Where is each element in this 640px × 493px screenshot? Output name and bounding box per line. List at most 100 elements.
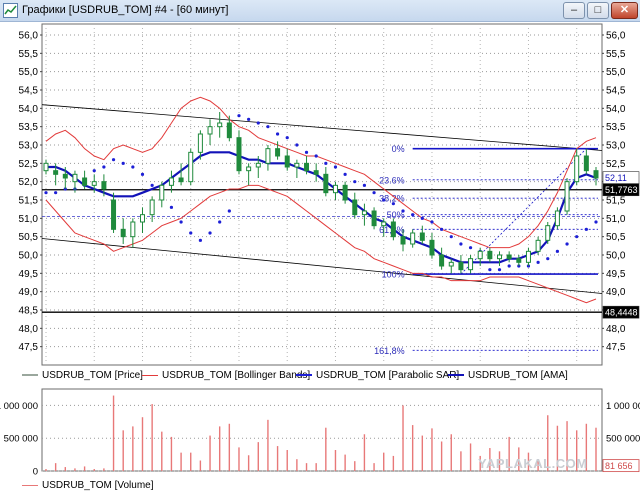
- candle-body: [497, 254, 503, 260]
- price-tick-label: 50,5: [606, 232, 626, 243]
- sar-dot: [449, 235, 453, 239]
- candle-body: [207, 126, 213, 135]
- candle-body: [410, 232, 416, 245]
- price-tick-label: 53,0: [606, 141, 626, 152]
- volume-marker: 81 656: [602, 459, 640, 473]
- low-value-marker-label: 48,4448: [605, 308, 638, 318]
- candle-body: [149, 199, 155, 216]
- candle-body: [352, 199, 358, 216]
- price-tick-label: 49,5: [606, 269, 626, 280]
- candle-body: [62, 173, 68, 179]
- sar-dot: [440, 227, 444, 231]
- candle-body: [255, 162, 261, 168]
- candle-body: [535, 239, 541, 252]
- candle-body: [516, 258, 522, 263]
- sar-dot: [536, 260, 540, 264]
- price-tick-label: 52,5: [19, 159, 39, 170]
- sar-dot: [497, 268, 502, 272]
- sar-dot: [401, 209, 405, 213]
- candle-body: [323, 173, 329, 194]
- sar-dot: [382, 198, 386, 202]
- sar-dot: [546, 257, 550, 261]
- sar-dot: [198, 238, 202, 242]
- legend-ama[interactable]: USDRUB_TOM [AMA]: [448, 370, 568, 381]
- sar-dot: [247, 117, 251, 121]
- price-tick-label: 53,5: [19, 122, 39, 133]
- candle-body: [120, 228, 126, 238]
- sar-dot: [256, 121, 260, 125]
- candle-body: [91, 181, 97, 186]
- candle-body: [197, 133, 203, 153]
- volume-legend: USDRUB_TOM [Volume]: [0, 478, 640, 493]
- price-tick-label: 49,0: [606, 287, 626, 298]
- candle-body: [342, 184, 348, 201]
- price-chart[interactable]: 56,0 55,5 55,0 54,5 54,0 53,5 53,0 52,5 52,0 51,5…: [0, 0, 640, 367]
- price-tick-label: 52,5: [606, 159, 626, 170]
- price-tick-label: 48,0: [606, 324, 626, 335]
- sar-dot: [468, 246, 473, 250]
- candle-body: [574, 155, 580, 183]
- candle-body: [554, 210, 560, 227]
- sar-dot: [507, 264, 511, 268]
- sar-dot: [131, 165, 135, 169]
- candle-body: [458, 261, 464, 271]
- sar-dot: [92, 169, 96, 173]
- sar-dot: [266, 125, 270, 129]
- candle-body: [168, 177, 174, 186]
- price-tick-label: 49,5: [19, 269, 39, 280]
- legend-bollinger[interactable]: USDRUB_TOM [Bollinger Bands]: [142, 370, 310, 381]
- candle-body: [275, 148, 281, 157]
- candle-body: [284, 155, 290, 168]
- legend-price[interactable]: USDRUB_TOM [Price]: [22, 370, 143, 381]
- sar-dot: [295, 143, 299, 147]
- candle-body: [82, 177, 88, 186]
- sar-dot: [304, 150, 309, 154]
- price-tick-label: 54,5: [19, 86, 39, 97]
- sar-dot: [150, 183, 154, 187]
- sar-dot: [227, 209, 231, 213]
- candle-body: [545, 225, 551, 241]
- candle-body: [304, 162, 310, 172]
- sar-dot: [333, 165, 338, 169]
- sar-dot: [565, 242, 569, 246]
- price-tick-label: 56,0: [606, 31, 626, 42]
- price-tick-label: 55,5: [19, 49, 39, 60]
- price-tick-label: 56,0: [19, 31, 39, 42]
- price-legend: USDRUB_TOM [Price] USDRUB_TOM [Bollinger…: [0, 367, 640, 385]
- sar-dot: [584, 227, 588, 231]
- candle-body: [72, 173, 78, 183]
- price-tick-label: 51,5: [19, 196, 39, 207]
- candle-body: [564, 181, 570, 212]
- candle-body: [381, 221, 387, 227]
- sar-dot: [179, 220, 183, 224]
- sar-dot: [314, 154, 318, 158]
- fib-level-label: 161,8%: [374, 346, 405, 356]
- sar-dot: [411, 213, 415, 217]
- sar-dot: [488, 268, 492, 272]
- candle-body: [101, 181, 107, 190]
- sar-dot: [285, 136, 289, 140]
- sar-dot: [362, 183, 367, 187]
- sar-dot: [391, 202, 395, 206]
- candle-body: [419, 232, 425, 241]
- sar-dot: [459, 242, 463, 246]
- price-tick-label: 47,5: [606, 342, 626, 353]
- sar-dot: [372, 191, 376, 195]
- price-axis-left: 56,0 55,5 55,0 54,5 54,0 53,5 53,0 52,5 52,0 51,5…: [19, 31, 42, 353]
- candle-body: [217, 122, 223, 128]
- sar-dot: [237, 114, 241, 118]
- candle-body: [439, 254, 445, 267]
- legend-volume[interactable]: USDRUB_TOM [Volume]: [22, 480, 154, 491]
- candle-body: [53, 170, 59, 175]
- price-tick-label: 55,0: [606, 67, 626, 78]
- candle-body: [226, 122, 232, 139]
- candle-body: [130, 221, 136, 238]
- volume-tick-label: 500 000: [606, 434, 640, 445]
- candle-body: [294, 162, 300, 168]
- price-tick-label: 53,5: [606, 122, 626, 133]
- price-tick-label: 54,0: [606, 104, 626, 115]
- price-tick-label: 51,5: [606, 196, 626, 207]
- legend-sar[interactable]: USDRUB_TOM [Parabolic SAR]: [296, 370, 459, 381]
- sar-dot: [102, 165, 106, 169]
- volume-tick-label: 1 000 000: [606, 401, 640, 412]
